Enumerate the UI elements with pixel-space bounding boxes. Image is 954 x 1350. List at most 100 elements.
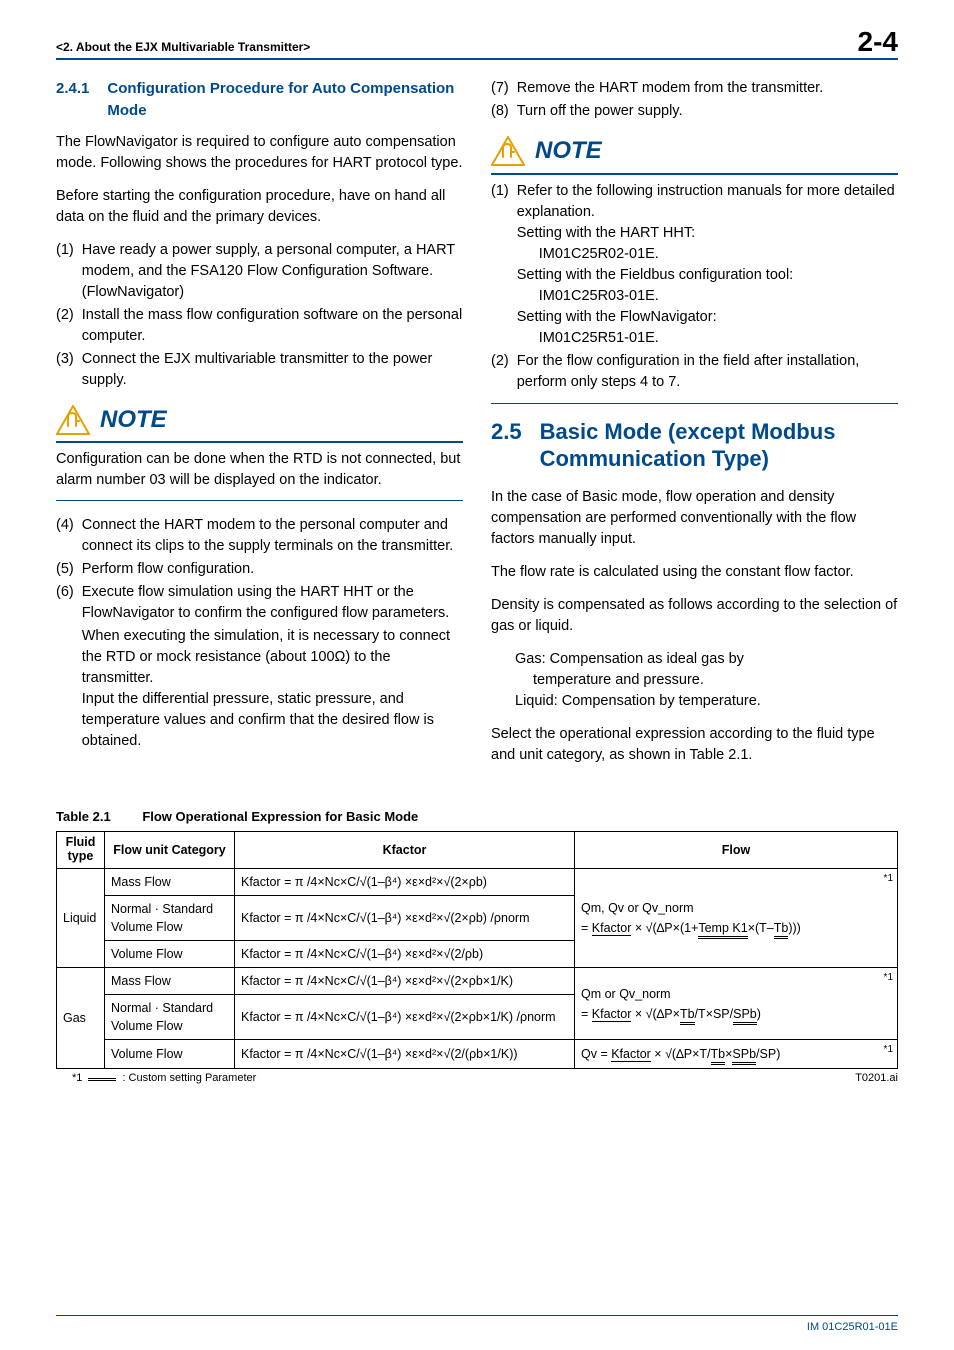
cell-flow: *1 Qv = Kfactor × √(∆P×T/Tb×SPb/SP) bbox=[575, 1040, 898, 1069]
cell-category: Mass Flow bbox=[105, 868, 235, 895]
step-text: Perform flow configuration. bbox=[82, 559, 254, 580]
step-marker: (1) bbox=[56, 240, 74, 303]
step-text: Execute flow simulation using the HART H… bbox=[82, 584, 450, 621]
step-marker: (6) bbox=[56, 582, 74, 752]
list-item: (1) Refer to the following instruction m… bbox=[491, 181, 898, 349]
kfactor-table: Fluidtype Flow unit Category Kfactor Flo… bbox=[56, 831, 898, 1069]
paragraph: In the case of Basic mode, flow operatio… bbox=[491, 487, 898, 550]
table-caption-text: Flow Operational Expression for Basic Mo… bbox=[142, 808, 418, 827]
footnote-text: : Custom setting Parameter bbox=[122, 1071, 256, 1087]
paragraph: Before starting the configuration proced… bbox=[56, 186, 463, 228]
note-line: Setting with the FlowNavigator: bbox=[517, 309, 717, 325]
step-marker: (5) bbox=[56, 559, 74, 580]
page-header: <2. About the EJX Multivariable Transmit… bbox=[56, 28, 898, 60]
cell-kfactor: Kfactor = π /4×Nc×C/√(1–β⁴) ×ε×d²×√(2/(ρ… bbox=[235, 1040, 575, 1069]
paragraph: The FlowNavigator is required to configu… bbox=[56, 132, 463, 174]
footer-rule bbox=[56, 1315, 898, 1316]
note-line: Refer to the following instruction manua… bbox=[517, 183, 895, 220]
cell-kfactor: Kfactor = π /4×Nc×C/√(1–β⁴) ×ε×d²×√(2×ρb… bbox=[235, 868, 575, 895]
step-marker: (7) bbox=[491, 78, 509, 99]
note-line: IM01C25R03-01E. bbox=[517, 286, 898, 307]
left-column: 2.4.1 Configuration Procedure for Auto C… bbox=[56, 78, 463, 778]
list-item: (7) Remove the HART modem from the trans… bbox=[491, 78, 898, 99]
cell-category: Volume Flow bbox=[105, 940, 235, 967]
cell-category: Normal · Standard Volume Flow bbox=[105, 995, 235, 1040]
footnote-marker: *1 bbox=[884, 871, 893, 887]
list-item: (6) Execute flow simulation using the HA… bbox=[56, 582, 463, 752]
step-marker: (2) bbox=[56, 305, 74, 347]
paragraph: Density is compensated as follows accord… bbox=[491, 595, 898, 637]
note-line: For the flow configuration in the field … bbox=[517, 351, 898, 393]
step-text: Connect the HART modem to the personal c… bbox=[82, 515, 463, 557]
footnote-marker: *1 bbox=[884, 1042, 893, 1058]
note-body: Configuration can be done when the RTD i… bbox=[56, 443, 463, 500]
step-marker: (8) bbox=[491, 101, 509, 122]
list-item: (8) Turn off the power supply. bbox=[491, 101, 898, 122]
cell-flow: *1 Qm or Qv_norm = Kfactor × √(∆P×Tb/T×S… bbox=[575, 968, 898, 1040]
step-list-b: (4) Connect the HART modem to the person… bbox=[56, 515, 463, 752]
page-number: 2-4 bbox=[858, 28, 898, 58]
section-title: Basic Mode (except Modbus Communication … bbox=[540, 418, 898, 473]
note-icon bbox=[491, 136, 525, 166]
cell-flow: *1 Qm, Qv or Qv_norm = Kfactor × √(∆P×(1… bbox=[575, 868, 898, 968]
note-block: NOTE Configuration can be done when the … bbox=[56, 403, 463, 501]
cell-category: Mass Flow bbox=[105, 968, 235, 995]
step-list-c: (7) Remove the HART modem from the trans… bbox=[491, 78, 898, 122]
cell-kfactor: Kfactor = π /4×Nc×C/√(1–β⁴) ×ε×d²×√(2×ρb… bbox=[235, 968, 575, 995]
chapter-title: <2. About the EJX Multivariable Transmit… bbox=[56, 39, 310, 58]
note-line: Setting with the HART HHT: bbox=[517, 225, 695, 241]
compensation-list: Gas: Compensation as ideal gas by temper… bbox=[515, 649, 898, 712]
subsection-heading: 2.4.1 Configuration Procedure for Auto C… bbox=[56, 78, 463, 122]
note-block: NOTE (1) Refer to the following instruct… bbox=[491, 134, 898, 404]
liquid-line: Liquid: Compensation by temperature. bbox=[515, 691, 898, 712]
document-id: IM 01C25R01-01E bbox=[807, 1320, 898, 1336]
note-line: IM01C25R02-01E. bbox=[517, 244, 898, 265]
footnote-marker: *1 bbox=[884, 970, 893, 986]
cell-fluid-type: Gas bbox=[57, 968, 105, 1069]
figure-id: T0201.ai bbox=[855, 1071, 898, 1087]
subsection-number: 2.4.1 bbox=[56, 78, 89, 122]
note-line: IM01C25R51-01E. bbox=[517, 328, 898, 349]
footnote-label: *1 bbox=[72, 1071, 82, 1087]
paragraph: The flow rate is calculated using the co… bbox=[491, 562, 898, 583]
table-row: Liquid Mass Flow Kfactor = π /4×Nc×C/√(1… bbox=[57, 868, 898, 895]
paragraph: Select the operational expression accord… bbox=[491, 724, 898, 766]
list-item: (2) For the flow configuration in the fi… bbox=[491, 351, 898, 393]
table-footnote: *1 : Custom setting Parameter T0201.ai bbox=[56, 1071, 898, 1087]
table-row: Volume Flow Kfactor = π /4×Nc×C/√(1–β⁴) … bbox=[57, 1040, 898, 1069]
table-caption: Table 2.1 Flow Operational Expression fo… bbox=[56, 808, 898, 827]
step-text: Turn off the power supply. bbox=[517, 101, 683, 122]
cell-kfactor: Kfactor = π /4×Nc×C/√(1–β⁴) ×ε×d²×√(2×ρb… bbox=[235, 995, 575, 1040]
cell-fluid-type: Liquid bbox=[57, 868, 105, 968]
step-text: Have ready a power supply, a personal co… bbox=[82, 240, 463, 303]
list-item: (5) Perform flow configuration. bbox=[56, 559, 463, 580]
table-row: Gas Mass Flow Kfactor = π /4×Nc×C/√(1–β⁴… bbox=[57, 968, 898, 995]
th-flow: Flow bbox=[575, 832, 898, 869]
right-column: (7) Remove the HART modem from the trans… bbox=[491, 78, 898, 778]
list-item: (3) Connect the EJX multivariable transm… bbox=[56, 349, 463, 391]
th-flow-unit-category: Flow unit Category bbox=[105, 832, 235, 869]
step-marker: (3) bbox=[56, 349, 74, 391]
step-marker: (2) bbox=[491, 351, 509, 393]
th-kfactor: Kfactor bbox=[235, 832, 575, 869]
cell-kfactor: Kfactor = π /4×Nc×C/√(1–β⁴) ×ε×d²×√(2×ρb… bbox=[235, 895, 575, 940]
th-fluid-type: Fluidtype bbox=[57, 832, 105, 869]
list-item: (2) Install the mass flow configuration … bbox=[56, 305, 463, 347]
gas-line: Gas: Compensation as ideal gas by bbox=[515, 649, 898, 670]
step-extra: When executing the simulation, it is nec… bbox=[82, 626, 463, 752]
note-title: NOTE bbox=[100, 403, 167, 438]
note-title: NOTE bbox=[535, 134, 602, 169]
note-icon bbox=[56, 405, 90, 435]
step-list-a: (1) Have ready a power supply, a persona… bbox=[56, 240, 463, 391]
step-marker: (4) bbox=[56, 515, 74, 557]
note-body: (1) Refer to the following instruction m… bbox=[491, 175, 898, 404]
list-item: (4) Connect the HART modem to the person… bbox=[56, 515, 463, 557]
cell-kfactor: Kfactor = π /4×Nc×C/√(1–β⁴) ×ε×d²×√(2/ρb… bbox=[235, 940, 575, 967]
step-marker: (1) bbox=[491, 181, 509, 349]
table-caption-label: Table 2.1 bbox=[56, 809, 111, 824]
section-heading: 2.5 Basic Mode (except Modbus Communicat… bbox=[491, 418, 898, 473]
subsection-title: Configuration Procedure for Auto Compens… bbox=[107, 78, 463, 122]
step-text: Remove the HART modem from the transmitt… bbox=[517, 78, 824, 99]
step-text: Install the mass flow configuration soft… bbox=[82, 305, 463, 347]
double-underline-icon bbox=[88, 1078, 116, 1081]
